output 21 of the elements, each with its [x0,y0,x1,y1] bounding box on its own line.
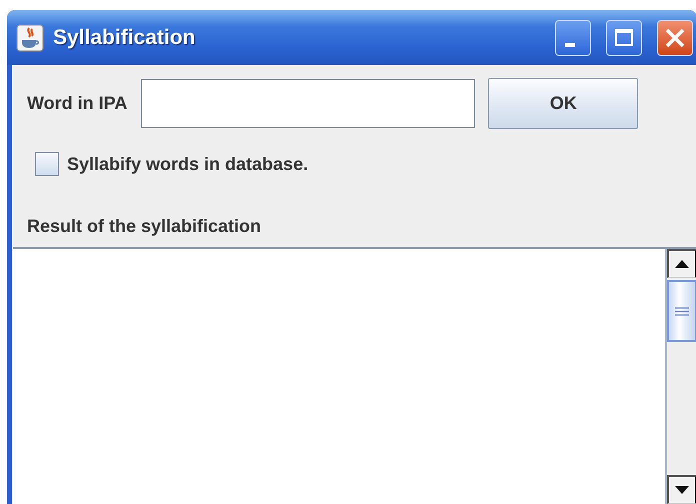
minimize-button[interactable] [555,20,591,56]
close-button[interactable] [657,20,693,56]
maximize-button[interactable] [606,20,642,56]
word-input-field[interactable] [141,79,476,128]
window-title: Syllabification [53,26,196,50]
up-arrow-icon [675,260,689,268]
checkbox[interactable] [35,152,59,176]
scroll-up-button[interactable] [667,249,696,278]
close-icon [664,26,686,48]
ok-button[interactable]: OK [488,78,638,129]
scrollbar[interactable] [665,249,696,504]
checkbox-label[interactable]: Syllabify words in database. [67,154,308,174]
cup-icon [16,24,44,52]
scroll-thumb[interactable] [667,280,696,342]
down-arrow-icon [675,486,689,494]
result-label: Result of the syllabification [27,216,262,236]
word-label: Word in IPA [27,93,128,114]
maximize-icon [614,28,634,48]
scroll-down-button[interactable] [667,475,696,504]
minimize-icon [565,42,575,46]
grip-icon [675,306,689,316]
